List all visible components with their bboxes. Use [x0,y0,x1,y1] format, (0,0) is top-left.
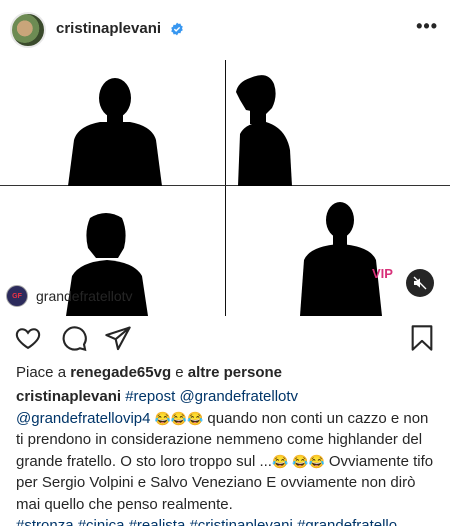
post-caption: cristinaplevani #repost @grandefratellot… [16,386,436,526]
silhouette-top-left [68,78,162,186]
profile-avatar[interactable] [10,12,46,48]
grid-divider-vertical [225,60,226,316]
username-link[interactable]: cristinaplevani [56,20,161,37]
post-media[interactable]: VIP GF grandefratellotv [0,60,450,316]
likes-others[interactable]: altre persone [188,364,282,381]
laughing-emoji: 😂 [271,453,289,469]
hashtag[interactable]: #cinica [78,517,125,526]
silhouette-top-right [236,75,292,186]
heart-icon[interactable] [14,324,42,352]
likes-connector: e [175,364,184,381]
likes-summary[interactable]: Piace a renegade65vg e altre persone [16,364,282,381]
tagged-account-avatar: GF [6,285,28,307]
hashtag[interactable]: #grandefratello [297,517,397,526]
more-options-icon[interactable]: ••• [416,16,438,37]
action-bar [0,320,450,360]
hashtag[interactable]: #realista [129,517,186,526]
laughing-emoji: 😂😂😂 [154,410,204,426]
vip-logo: VIP [372,266,393,281]
tagged-account[interactable]: GF grandefratellotv [6,284,133,308]
comment-icon[interactable] [60,324,88,352]
mention-grandefratellotv[interactable]: @grandefratellotv [179,388,298,405]
liker-username[interactable]: renegade65vg [70,364,171,381]
caption-username[interactable]: cristinaplevani [16,388,121,405]
mention-grandefratellovip4[interactable]: @grandefratellovip4 [16,410,150,427]
likes-prefix: Piace a [16,364,67,381]
verified-badge-icon [171,22,183,36]
bookmark-icon[interactable] [408,324,436,352]
tagged-account-name: grandefratellotv [36,288,133,304]
send-icon[interactable] [104,324,132,352]
laughing-emoji: 😂😂 [292,453,325,469]
silhouette-bottom-right [300,202,382,316]
post-header: cristinaplevani ••• [0,0,450,60]
hashtag-repost[interactable]: #repost [125,388,175,405]
hashtag[interactable]: #cristinaplevani [189,517,292,526]
hashtag[interactable]: #stronza [16,517,74,526]
speaker-muted-icon[interactable] [406,269,434,297]
